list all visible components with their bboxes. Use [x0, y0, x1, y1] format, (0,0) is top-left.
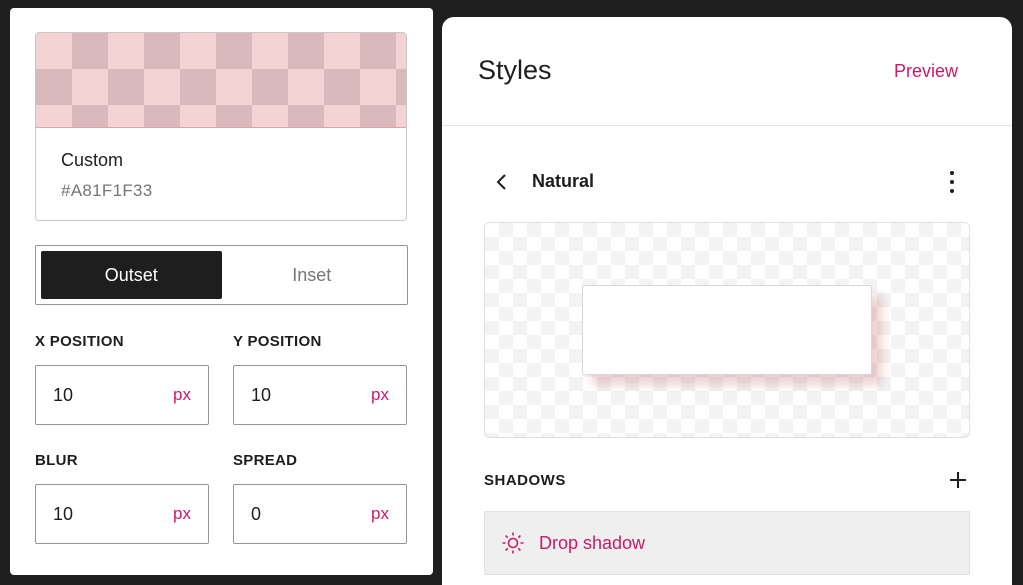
spread-unit[interactable]: px	[371, 504, 389, 524]
shadows-section-header: SHADOWS	[484, 466, 970, 496]
y-position-input[interactable]: 10 px	[233, 365, 407, 425]
color-picker-button[interactable]: Custom #A81F1F33	[35, 32, 407, 221]
preview-button[interactable]: Preview	[894, 61, 958, 82]
outset-option[interactable]: Outset	[41, 251, 222, 299]
color-name: Custom	[61, 150, 124, 170]
shadow-list-item[interactable]: Drop shadow	[484, 511, 970, 575]
styles-sidebar: Styles Preview Natural SHADOWS Drop shad…	[442, 17, 1012, 585]
shadow-preset-title: Natural	[532, 171, 595, 191]
color-swatch	[36, 33, 406, 128]
y-position-label: Y POSITION	[233, 333, 322, 350]
spread-value: 0	[251, 503, 262, 524]
styles-title: Styles	[478, 55, 552, 85]
more-vertical-icon[interactable]	[942, 166, 962, 198]
x-position-label: X POSITION	[35, 333, 124, 350]
sun-icon	[502, 532, 524, 554]
spread-label: SPREAD	[233, 452, 298, 469]
blur-input[interactable]: 10 px	[35, 484, 209, 544]
navigator-header: Natural	[442, 162, 1012, 202]
y-position-unit[interactable]: px	[371, 385, 389, 405]
shadow-type-toggle: Outset Inset	[35, 245, 408, 305]
plus-icon[interactable]	[946, 468, 970, 492]
color-hex-value: #A81F1F33	[61, 181, 153, 200]
spread-input[interactable]: 0 px	[233, 484, 407, 544]
shadow-preview-card	[582, 285, 872, 375]
x-position-unit[interactable]: px	[173, 385, 191, 405]
x-position-value: 10	[53, 384, 74, 405]
blur-unit[interactable]: px	[173, 504, 191, 524]
y-position-value: 10	[251, 384, 272, 405]
blur-label: BLUR	[35, 452, 78, 469]
styles-header: Styles Preview	[442, 17, 1012, 126]
shadows-heading: SHADOWS	[484, 472, 566, 489]
chevron-left-icon[interactable]	[492, 170, 512, 194]
shadow-preview	[484, 222, 970, 438]
blur-value: 10	[53, 503, 74, 524]
shadow-editor-popover: Custom #A81F1F33 Outset Inset X POSITION…	[10, 8, 433, 575]
shadow-item-label: Drop shadow	[539, 532, 646, 553]
inset-option[interactable]: Inset	[222, 251, 403, 299]
x-position-input[interactable]: 10 px	[35, 365, 209, 425]
